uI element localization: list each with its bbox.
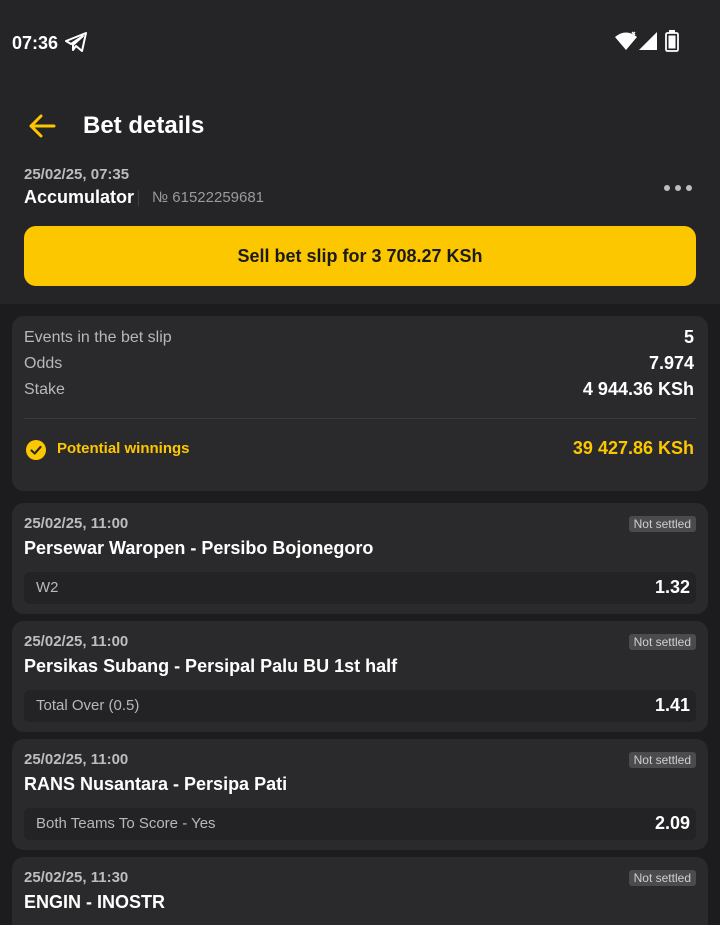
market-odds: 1.32 <box>654 577 690 597</box>
market-name: Both Teams To Score - Yes <box>36 815 216 832</box>
event-market: W2 1.32 <box>24 572 696 604</box>
event-card[interactable]: 25/02/25, 11:30 Not settled ENGIN - INOS… <box>12 857 708 925</box>
event-market: Both Teams To Score - Yes 2.09 <box>24 808 696 840</box>
header: Bet details <box>0 100 720 152</box>
check-circle-icon <box>26 440 46 460</box>
summary-divider <box>24 418 696 419</box>
bet-type: Accumulator <box>24 187 135 207</box>
odds-label: Odds <box>24 355 63 372</box>
sell-bet-slip-button[interactable]: Sell bet slip for 3 708.27 KSh <box>24 226 696 286</box>
event-title: ENGIN - INOSTR <box>24 892 166 912</box>
status-bar: 07:36 <box>0 0 720 84</box>
page-title: Bet details <box>83 112 205 139</box>
divider <box>138 190 139 206</box>
event-title: Persikas Subang - Persipal Palu BU 1st h… <box>24 656 398 676</box>
bet-summary-card: Events in the bet slip 5 Odds 7.974 Stak… <box>12 316 708 491</box>
telegram-icon <box>65 32 87 52</box>
status-badge: Not settled <box>628 634 696 650</box>
battery-icon <box>665 30 679 52</box>
stake-label: Stake <box>24 381 65 398</box>
bet-number: № 61522259681 <box>152 189 265 206</box>
events-count-label: Events in the bet slip <box>24 329 172 346</box>
stake-row: Stake 4 944.36 KSh <box>24 379 694 403</box>
status-badge: Not settled <box>628 870 696 886</box>
more-options-icon[interactable] <box>662 180 694 196</box>
wifi-icon <box>615 31 637 50</box>
odds-row: Odds 7.974 <box>24 353 694 377</box>
signal-icon <box>639 32 657 50</box>
status-time: 07:36 <box>12 33 59 53</box>
status-badge: Not settled <box>628 516 696 532</box>
event-card[interactable]: 25/02/25, 11:00 Not settled RANS Nusanta… <box>12 739 708 850</box>
bet-datetime: 25/02/25, 07:35 <box>24 166 130 183</box>
odds-value: 7.974 <box>648 353 694 373</box>
events-count-value: 5 <box>683 327 694 347</box>
stake-value: 4 944.36 KSh <box>582 379 694 399</box>
event-market: Total Over (0.5) 1.41 <box>24 690 696 722</box>
event-card[interactable]: 25/02/25, 11:00 Not settled Persikas Sub… <box>12 621 708 732</box>
market-name: Total Over (0.5) <box>36 697 140 714</box>
potential-winnings-value: 39 427.86 KSh <box>572 438 694 458</box>
event-datetime: 25/02/25, 11:00 <box>24 751 129 768</box>
events-count-row: Events in the bet slip 5 <box>24 327 694 351</box>
event-datetime: 25/02/25, 11:00 <box>24 515 129 532</box>
status-badge: Not settled <box>628 752 696 768</box>
potential-winnings-label: Potential winnings <box>57 440 190 457</box>
event-title: Persewar Waropen - Persibo Bojonegoro <box>24 538 374 558</box>
market-name: W2 <box>36 579 59 596</box>
back-arrow-icon[interactable] <box>28 113 56 139</box>
event-card[interactable]: 25/02/25, 11:00 Not settled Persewar War… <box>12 503 708 614</box>
event-datetime: 25/02/25, 11:00 <box>24 633 129 650</box>
market-odds: 1.41 <box>654 695 690 715</box>
event-title: RANS Nusantara - Persipa Pati <box>24 774 288 794</box>
market-odds: 2.09 <box>654 813 690 833</box>
event-datetime: 25/02/25, 11:30 <box>24 869 129 886</box>
